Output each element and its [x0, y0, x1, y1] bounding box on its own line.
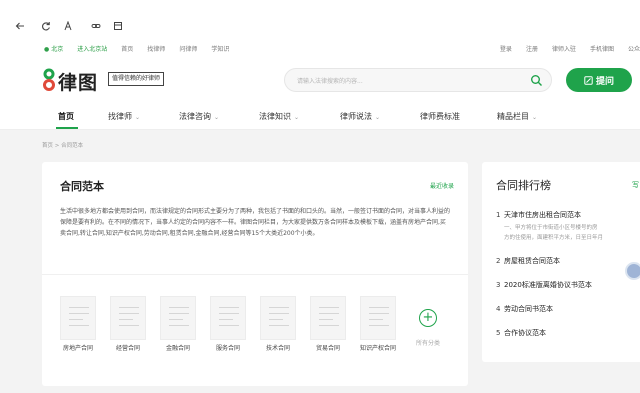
category-finance[interactable]: 金融合同	[158, 296, 198, 353]
logo-mark-icon	[43, 68, 55, 91]
browser-toolbar	[0, 0, 640, 40]
location-pin-icon: ●	[44, 46, 50, 53]
window-icon[interactable]	[112, 20, 124, 32]
search-icon[interactable]	[530, 74, 543, 87]
top-link-ask-lawyer[interactable]: 问律师	[179, 44, 197, 53]
location-selector[interactable]: ● 北京	[44, 44, 63, 53]
document-icon	[260, 296, 296, 340]
ranking-write-link[interactable]: 写	[632, 180, 639, 190]
login-link[interactable]: 登录	[500, 44, 512, 53]
category-business[interactable]: 经营合同	[108, 296, 148, 353]
refresh-icon[interactable]	[40, 20, 52, 32]
nav-lawyer-fee[interactable]: 律师费标准	[420, 111, 460, 122]
document-icon	[210, 296, 246, 340]
lawyer-join-link[interactable]: 律师入驻	[552, 44, 576, 53]
site-header: 律图 值得信赖的好律师 提问	[0, 56, 640, 102]
top-utility-bar: ● 北京 进入北京站 首页 找律师 问律师 学知识 登录 注册 律师入驻 手机律图…	[0, 40, 640, 56]
register-link[interactable]: 注册	[526, 44, 538, 53]
nav-lawyer-talk[interactable]: 律师说法 ⌄	[340, 111, 380, 122]
official-account-link[interactable]: 公众	[628, 44, 640, 53]
chevron-down-icon: ⌄	[214, 114, 220, 121]
ask-question-button[interactable]: 提问	[566, 68, 632, 92]
category-trade[interactable]: 贸易合同	[308, 296, 348, 353]
edit-icon	[584, 75, 593, 85]
chevron-down-icon: ⌄	[375, 114, 381, 121]
nav-legal-knowledge[interactable]: 法律知识 ⌄	[259, 111, 299, 122]
document-icon	[310, 296, 346, 340]
plus-icon: +	[419, 309, 437, 327]
chevron-down-icon: ⌄	[532, 114, 538, 121]
join-city-link[interactable]: 进入北京站	[77, 44, 107, 53]
document-icon	[110, 296, 146, 340]
top-link-find-lawyer[interactable]: 找律师	[147, 44, 165, 53]
main-nav: 首页 找律师 ⌄ 法律咨询 ⌄ 法律知识 ⌄ 律师说法 ⌄ 律师费标准 精品栏目 ⌄	[0, 102, 640, 130]
slogan: 值得信赖的好律师	[108, 72, 165, 86]
recent-link[interactable]: 最近收录	[430, 181, 454, 190]
intro-text: 生活中很多地方都会使用到合同，而法律规定的合同形式主要分为了两种，我包括了书面的…	[60, 208, 451, 237]
ranking-item[interactable]: 2 房屋租赁合同范本	[496, 256, 560, 266]
document-icon	[360, 296, 396, 340]
top-link-home[interactable]: 首页	[121, 44, 133, 53]
category-service[interactable]: 服务合同	[208, 296, 248, 353]
read-aloud-icon[interactable]	[62, 20, 74, 32]
chevron-down-icon: ⌄	[294, 114, 300, 121]
category-ip[interactable]: 知识产权合同	[358, 296, 398, 353]
page-title: 合同范本	[60, 180, 104, 193]
nav-home[interactable]: 首页	[58, 111, 74, 122]
nav-premium[interactable]: 精品栏目 ⌄	[497, 111, 537, 122]
mobile-link[interactable]: 手机律图	[590, 44, 614, 53]
divider	[42, 274, 468, 275]
ranking-item[interactable]: 5 合作协议范本	[496, 328, 546, 338]
back-icon[interactable]	[14, 20, 26, 32]
ranking-title: 合同排行榜	[496, 179, 551, 192]
nav-find-lawyer[interactable]: 找律师 ⌄	[108, 111, 140, 122]
document-icon	[60, 296, 96, 340]
category-technology[interactable]: 技术合同	[258, 296, 298, 353]
contract-templates-card: 合同范本 最近收录 生活中很多地方都会使用到合同，而法律规定的合同形式主要分为了…	[42, 162, 468, 386]
nav-legal-consult[interactable]: 法律咨询 ⌄	[179, 111, 219, 122]
ranking-item[interactable]: 4 劳动合同书范本	[496, 304, 553, 314]
category-real-estate[interactable]: 房地产合同	[58, 296, 98, 353]
ranking-item[interactable]: 1 天津市住房出租合同范本	[496, 210, 581, 220]
breadcrumb[interactable]: 首页 > 合同范本	[42, 141, 83, 149]
active-nav-indicator	[56, 127, 78, 129]
category-all[interactable]: + 所有分类	[408, 296, 448, 348]
floating-chat-avatar[interactable]	[625, 262, 640, 280]
search-input[interactable]	[297, 74, 517, 88]
search-box	[284, 68, 552, 92]
top-link-learn[interactable]: 学知识	[211, 44, 229, 53]
chevron-down-icon: ⌄	[135, 114, 141, 121]
ranking-item-excerpt: 一、甲方将位于市街道小区号楼号的房	[504, 225, 598, 231]
ranking-item-excerpt: 方的住使用，面建积平方米，日至日年月	[504, 235, 604, 241]
document-icon	[160, 296, 196, 340]
ranking-item[interactable]: 3 2020标准版离婚协议书范本	[496, 280, 592, 290]
logo-text[interactable]: 律图	[58, 68, 98, 95]
link-icon[interactable]	[90, 20, 102, 32]
ranking-card: 合同排行榜 写 1 天津市住房出租合同范本 一、甲方将位于市街道小区号楼号的房 方…	[482, 162, 640, 362]
